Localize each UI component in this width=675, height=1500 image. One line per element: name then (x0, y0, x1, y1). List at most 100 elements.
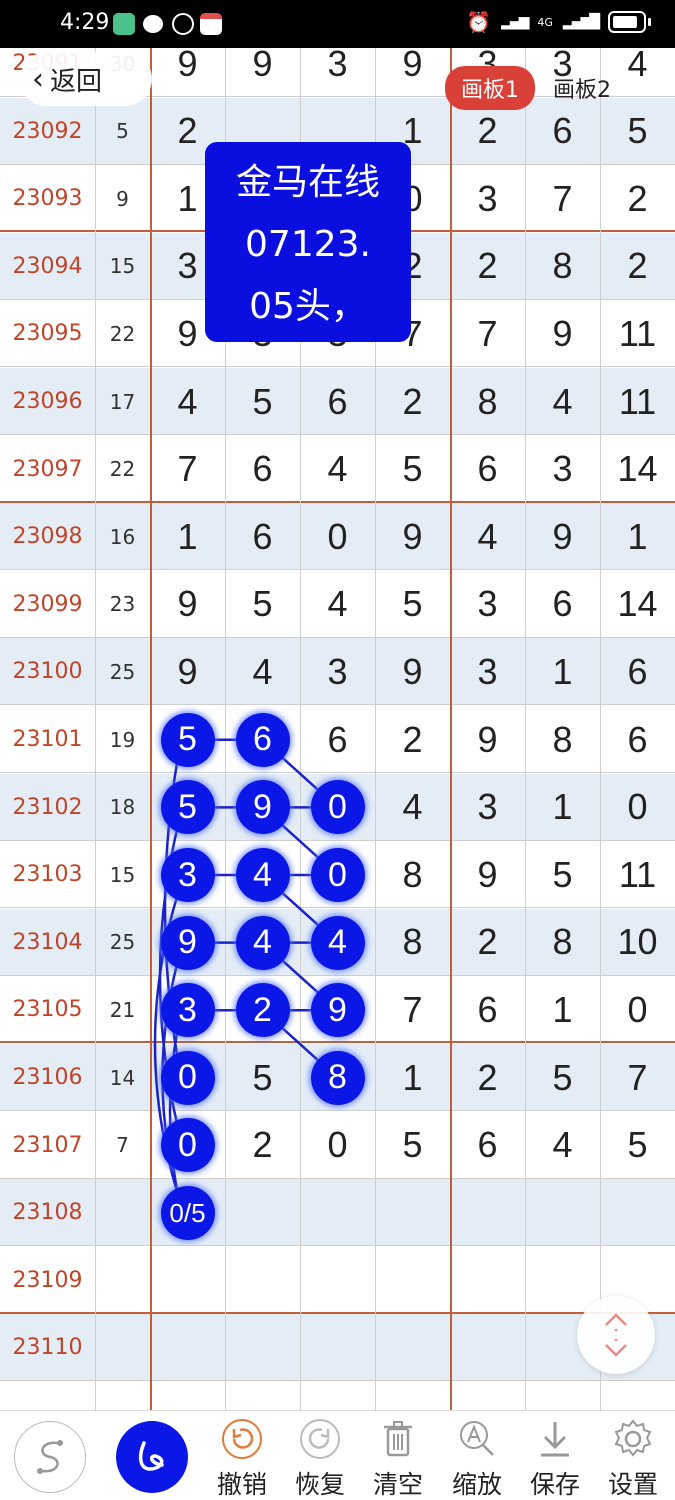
digit-cell[interactable]: 1 (150, 503, 225, 570)
digit-cell[interactable]: 8 (450, 368, 525, 435)
highlight-ball[interactable]: 4 (235, 848, 290, 902)
digit-cell[interactable] (150, 1247, 225, 1314)
digit-cell[interactable]: 9 (525, 503, 600, 570)
highlight-ball[interactable]: 8 (310, 1050, 365, 1105)
digit-cell[interactable]: 3 (525, 436, 600, 503)
digit-cell[interactable]: 10 (600, 909, 675, 976)
digit-cell[interactable] (300, 1179, 375, 1246)
digit-cell[interactable]: 9 (150, 48, 225, 97)
highlight-ball[interactable]: 0 (310, 780, 365, 835)
digit-cell[interactable]: 5 (225, 368, 300, 435)
digit-cell[interactable]: 9 (450, 841, 525, 908)
digit-cell[interactable]: 1 (525, 976, 600, 1043)
digit-cell[interactable]: 6 (225, 436, 300, 503)
redo-button[interactable]: 恢复 (285, 1417, 355, 1499)
zoom-button[interactable]: 缩放 (442, 1417, 512, 1499)
tab-board-2[interactable]: 画板2 (543, 66, 621, 110)
digit-cell[interactable] (375, 1314, 450, 1381)
digit-cell[interactable]: 11 (600, 841, 675, 908)
digit-cell[interactable]: 6 (525, 571, 600, 638)
digit-cell[interactable]: 9 (150, 638, 225, 705)
digit-cell[interactable]: 4 (300, 571, 375, 638)
digit-cell[interactable]: 9 (450, 706, 525, 773)
digit-cell[interactable]: 7 (450, 300, 525, 367)
highlight-ball[interactable]: 2 (235, 983, 290, 1038)
digit-cell[interactable] (225, 1179, 300, 1246)
digit-cell[interactable] (225, 1247, 300, 1314)
digit-cell[interactable]: 8 (375, 841, 450, 908)
digit-cell[interactable]: 5 (375, 436, 450, 503)
digit-cell[interactable]: 1 (525, 638, 600, 705)
digit-cell[interactable]: 4 (450, 503, 525, 570)
highlight-ball[interactable]: 9 (310, 983, 365, 1038)
highlight-ball[interactable]: 6 (235, 712, 290, 767)
highlight-ball[interactable]: 0 (160, 1050, 215, 1105)
digit-cell[interactable]: 6 (300, 706, 375, 773)
digit-cell[interactable]: 9 (150, 571, 225, 638)
clear-button[interactable]: 清空 (363, 1417, 433, 1499)
note-box[interactable]: 金马在线 07123. 05头， (205, 142, 411, 342)
highlight-ball[interactable]: 9 (235, 780, 290, 835)
digit-cell[interactable]: 0 (300, 1112, 375, 1179)
digit-cell[interactable]: 3 (300, 48, 375, 97)
digit-cell[interactable]: 8 (525, 233, 600, 300)
digit-cell[interactable]: 0 (300, 503, 375, 570)
digit-cell[interactable] (525, 1247, 600, 1314)
digit-cell[interactable]: 3 (450, 165, 525, 232)
highlight-ball[interactable]: 0 (310, 848, 365, 902)
digit-cell[interactable]: 5 (525, 841, 600, 908)
digit-cell[interactable]: 9 (525, 300, 600, 367)
digit-cell[interactable]: 2 (450, 233, 525, 300)
digit-cell[interactable]: 1 (375, 1044, 450, 1111)
digit-cell[interactable] (450, 1314, 525, 1381)
digit-cell[interactable]: 8 (525, 909, 600, 976)
digit-cell[interactable] (300, 1314, 375, 1381)
digit-cell[interactable]: 7 (150, 436, 225, 503)
digit-cell[interactable]: 2 (225, 1112, 300, 1179)
digit-cell[interactable]: 4 (225, 638, 300, 705)
highlight-ball[interactable]: 0 (160, 1118, 215, 1173)
digit-cell[interactable]: 6 (300, 368, 375, 435)
digit-cell[interactable]: 9 (375, 503, 450, 570)
highlight-ball[interactable]: 0/5 (160, 1186, 215, 1240)
digit-cell[interactable]: 4 (150, 368, 225, 435)
digit-cell[interactable] (600, 1179, 675, 1246)
digit-cell[interactable]: 4 (525, 1112, 600, 1179)
digit-cell[interactable]: 6 (600, 706, 675, 773)
digit-cell[interactable]: 2 (375, 368, 450, 435)
digit-cell[interactable]: 5 (600, 1112, 675, 1179)
digit-cell[interactable] (150, 1314, 225, 1381)
digit-cell[interactable]: 3 (450, 774, 525, 841)
digit-cell[interactable]: 1 (525, 774, 600, 841)
undo-button[interactable]: 撤销 (207, 1417, 277, 1499)
digit-cell[interactable]: 7 (600, 1044, 675, 1111)
digit-cell[interactable]: 9 (375, 48, 450, 97)
digit-cell[interactable]: 6 (225, 503, 300, 570)
digit-cell[interactable]: 7 (375, 976, 450, 1043)
digit-cell[interactable]: 4 (300, 436, 375, 503)
digit-cell[interactable]: 2 (450, 1044, 525, 1111)
highlight-ball[interactable]: 4 (235, 915, 290, 970)
digit-cell[interactable]: 3 (450, 571, 525, 638)
digit-cell[interactable]: 9 (225, 48, 300, 97)
digit-cell[interactable]: 3 (300, 638, 375, 705)
digit-cell[interactable]: 14 (600, 436, 675, 503)
highlight-ball[interactable]: 9 (160, 915, 215, 970)
highlight-ball[interactable]: 3 (160, 983, 215, 1038)
digit-cell[interactable]: 3 (450, 638, 525, 705)
digit-cell[interactable]: 9 (375, 638, 450, 705)
digit-cell[interactable]: 11 (600, 300, 675, 367)
digit-cell[interactable] (450, 1247, 525, 1314)
digit-cell[interactable]: 2 (600, 233, 675, 300)
digit-cell[interactable]: 5 (375, 1112, 450, 1179)
highlight-ball[interactable]: 5 (160, 712, 215, 767)
digit-cell[interactable] (225, 1314, 300, 1381)
highlight-ball[interactable]: 4 (310, 915, 365, 970)
digit-cell[interactable]: 0 (600, 976, 675, 1043)
digit-cell[interactable]: 8 (375, 909, 450, 976)
digit-cell[interactable] (375, 1247, 450, 1314)
scroll-toggle-button[interactable] (577, 1296, 655, 1374)
digit-cell[interactable]: 14 (600, 571, 675, 638)
back-button[interactable]: ‹ 返回 (20, 52, 152, 106)
digit-cell[interactable]: 5 (225, 571, 300, 638)
